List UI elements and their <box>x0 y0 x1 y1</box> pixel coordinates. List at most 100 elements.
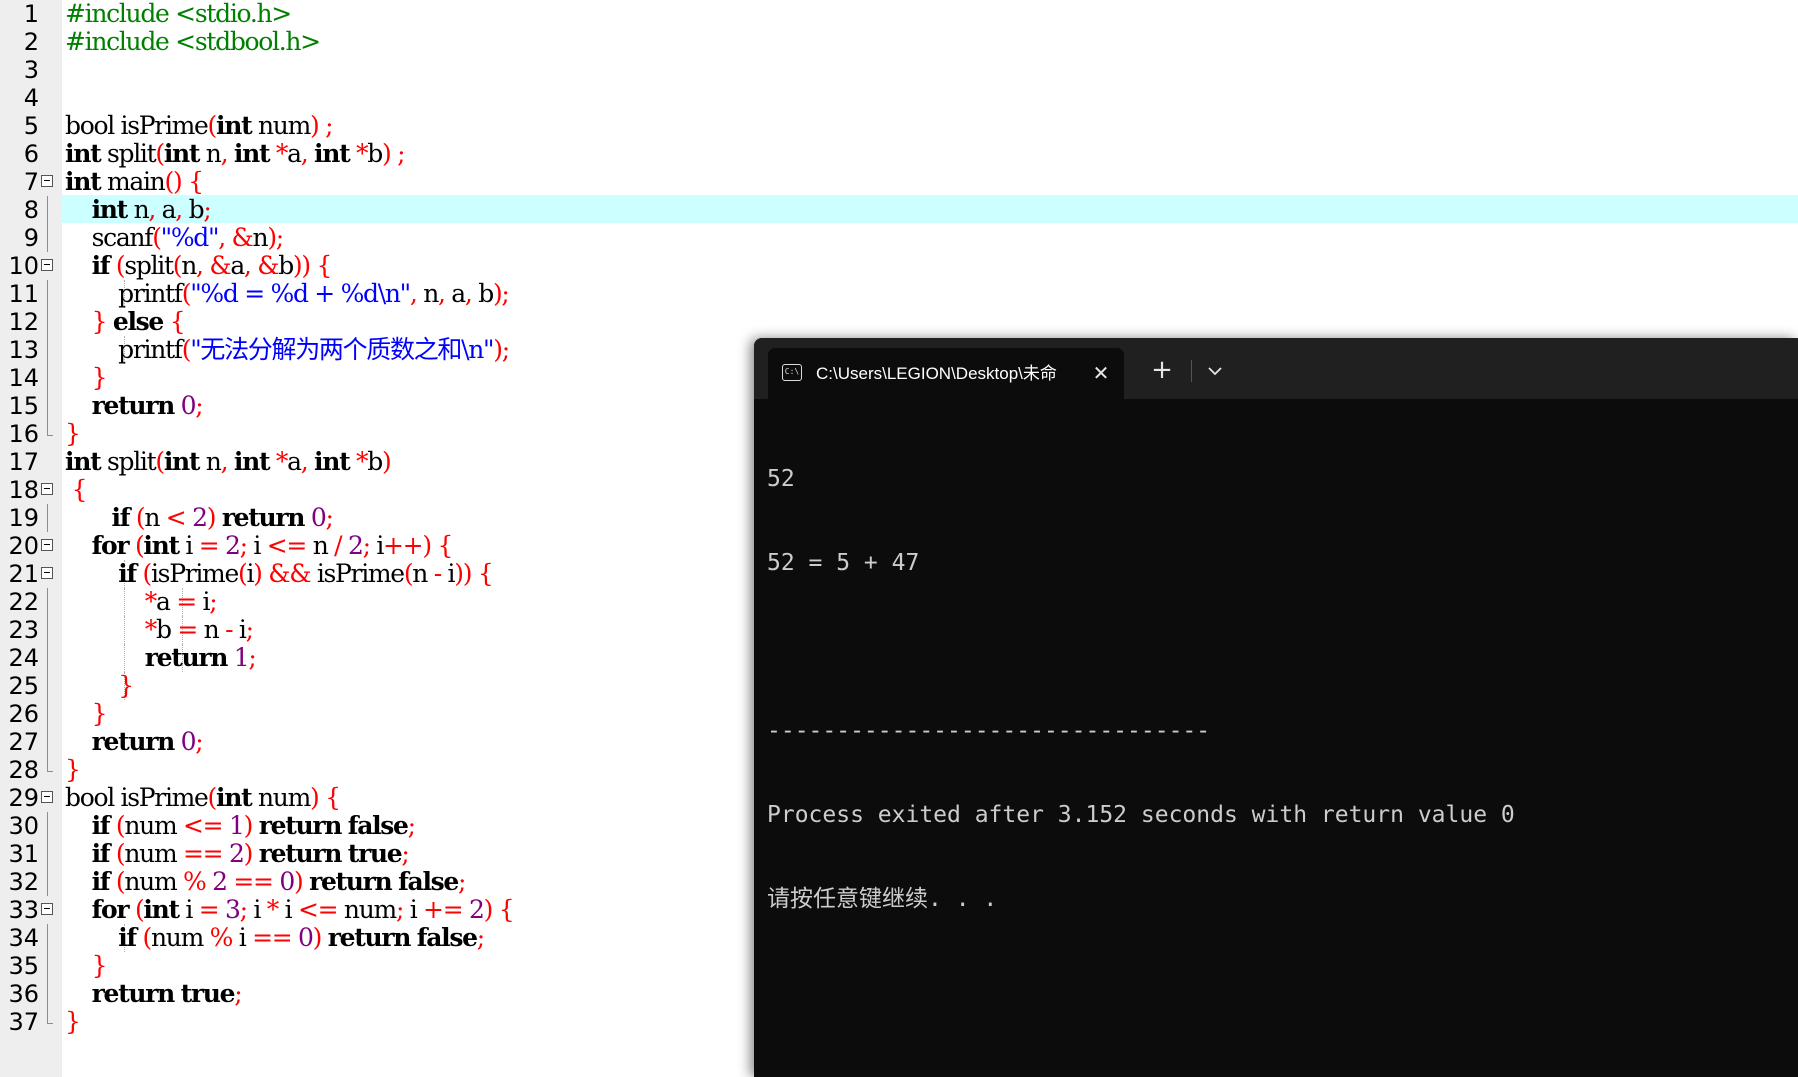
code-text[interactable]: int split(int n, int *a, int *b) <box>65 447 392 476</box>
code-text[interactable]: #include <stdbool.h> <box>65 28 321 56</box>
code-token: ) <box>206 503 217 532</box>
fold-line <box>47 812 48 840</box>
code-token: false <box>347 811 409 840</box>
code-token: ) <box>312 923 323 952</box>
code-text[interactable]: scanf("%d", &n); <box>65 223 285 252</box>
code-token: () <box>164 167 182 196</box>
code-token: 1 <box>228 811 245 840</box>
code-text[interactable]: } else { <box>65 307 186 336</box>
code-text[interactable]: *b = n - i; <box>65 615 254 644</box>
fold-line <box>47 980 48 1008</box>
close-tab-icon[interactable]: ✕ <box>1088 360 1114 386</box>
code-text[interactable]: return 0; <box>65 391 204 420</box>
code-token: 0 <box>279 867 295 896</box>
code-token: { <box>71 475 88 504</box>
line-number: 2 <box>23 28 39 56</box>
new-tab-button[interactable]: + <box>1146 354 1178 386</box>
code-text[interactable]: } <box>65 1008 81 1036</box>
code-token: int <box>91 195 129 224</box>
code-token: if <box>91 811 111 840</box>
code-token: { <box>477 559 494 588</box>
code-text[interactable]: for (int i = 2; i <= n / 2; i++) { <box>65 531 454 560</box>
code-text[interactable]: } <box>65 364 108 392</box>
code-token: } <box>91 699 108 728</box>
console-window[interactable]: C:\ C:\Users\LEGION\Desktop\未命 ✕ + 52 52… <box>754 338 1798 1077</box>
code-text[interactable]: if (n < 2) return 0; <box>65 503 334 532</box>
fold-collapse-icon[interactable] <box>41 539 53 551</box>
fold-collapse-icon[interactable] <box>41 259 53 271</box>
code-text[interactable]: if (split(n, &a, &b)) { <box>65 251 333 280</box>
code-token: ) <box>381 447 392 476</box>
code-token: if <box>111 503 131 532</box>
code-text[interactable]: int split(int n, int *a, int *b) ; <box>65 139 406 168</box>
code-token: int <box>65 167 102 196</box>
fold-end-marker <box>47 1008 53 1024</box>
code-text[interactable]: return 0; <box>65 728 204 756</box>
code-text[interactable]: if (num == 2) return true; <box>65 839 410 868</box>
line-number: 11 <box>8 280 39 308</box>
code-token: printf <box>65 279 183 308</box>
code-text[interactable]: } <box>65 420 81 448</box>
code-token: ); <box>492 279 510 308</box>
code-text[interactable]: } <box>65 672 134 700</box>
code-text[interactable]: } <box>65 952 108 980</box>
line-number: 22 <box>8 588 39 616</box>
code-text[interactable]: bool isPrime(int num) { <box>65 784 341 812</box>
code-text[interactable]: } <box>65 699 108 728</box>
code-text[interactable]: printf("无法分解为两个质数之和\n"); <box>65 336 510 364</box>
console-titlebar[interactable]: C:\ C:\Users\LEGION\Desktop\未命 ✕ + <box>754 338 1798 399</box>
code-text[interactable]: printf("%d = %d + %d\n", n, a, b); <box>65 279 510 308</box>
fold-collapse-icon[interactable] <box>41 567 53 579</box>
code-text[interactable]: if (num <= 1) return false; <box>65 811 417 840</box>
code-token: else <box>112 307 164 336</box>
code-text[interactable]: } <box>65 756 81 784</box>
fold-collapse-icon[interactable] <box>41 903 53 915</box>
fold-collapse-icon[interactable] <box>41 483 53 495</box>
code-token: int <box>143 531 180 560</box>
line-number: 20 <box>8 532 39 560</box>
code-text[interactable]: int n, a, b; <box>65 195 212 224</box>
fold-collapse-icon[interactable] <box>41 175 53 187</box>
code-token: false <box>398 867 459 896</box>
code-text[interactable]: if (isPrime(i) && isPrime(n - i)) { <box>65 559 494 588</box>
code-token: 2 <box>212 867 228 896</box>
code-token: int <box>163 139 201 168</box>
code-token: int <box>143 895 180 924</box>
code-text[interactable]: if (num % i == 0) return false; <box>65 923 485 952</box>
code-text[interactable]: { <box>65 475 88 504</box>
fold-collapse-icon[interactable] <box>41 791 53 803</box>
code-text[interactable]: *a = i; <box>65 587 218 616</box>
code-token: true <box>180 979 236 1008</box>
code-text[interactable]: int main() { <box>65 167 204 196</box>
code-token: if <box>118 559 137 588</box>
console-tab[interactable]: C:\ C:\Users\LEGION\Desktop\未命 ✕ <box>768 348 1124 399</box>
code-token: , <box>243 251 252 280</box>
code-token: ( <box>181 279 192 308</box>
chevron-down-icon[interactable] <box>1200 356 1230 386</box>
console-output[interactable]: 52 52 = 5 + 47 -------------------------… <box>767 409 1787 1059</box>
fold-line <box>47 196 48 224</box>
code-token: == <box>226 867 280 896</box>
code-text[interactable]: if (num % 2 == 0) return false; <box>65 867 467 896</box>
code-text[interactable]: #include <stdio.h> <box>65 0 292 28</box>
code-text[interactable]: for (int i = 3; i * i <= num; i += 2) { <box>65 895 515 924</box>
code-text[interactable]: return 1; <box>65 644 257 672</box>
code-token: n <box>252 223 269 252</box>
code-text[interactable]: bool isPrime(int num) ; <box>65 111 334 140</box>
code-token: int <box>216 111 253 140</box>
code-token: ; <box>209 587 217 616</box>
code-token: a <box>230 251 245 280</box>
code-token: ) <box>243 811 254 840</box>
code-text[interactable]: return true; <box>65 979 243 1008</box>
